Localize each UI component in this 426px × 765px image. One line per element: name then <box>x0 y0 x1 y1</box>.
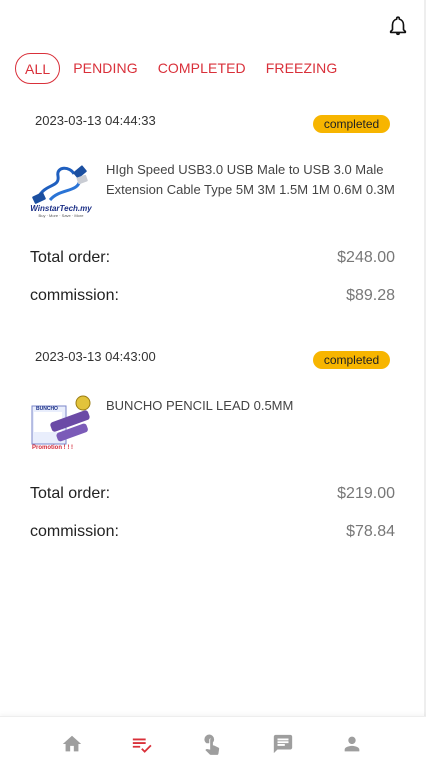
product-thumbnail: BUNCHO Promotion ! ! ! <box>30 394 92 456</box>
order-status-tabs: ALL PENDING COMPLETED FREEZING <box>15 52 357 84</box>
thumb-brand: WinstarTech.my <box>30 204 92 213</box>
thumb-tagline: Buy · More · Save · More <box>38 213 84 218</box>
tab-all[interactable]: ALL <box>15 52 61 84</box>
commission-value: $89.28 <box>346 287 395 304</box>
total-order-value: $248.00 <box>337 249 395 266</box>
commission-value: $78.84 <box>346 523 395 540</box>
home-icon[interactable] <box>61 733 83 755</box>
product-name: HIgh Speed USB3.0 USB Male to USB 3.0 Ma… <box>106 162 395 197</box>
bell-icon[interactable] <box>387 14 409 38</box>
status-badge: completed <box>313 351 390 369</box>
tap-hand-icon[interactable] <box>201 733 223 755</box>
thumb-tagline: Promotion ! ! ! <box>32 445 73 451</box>
orders-checklist-icon[interactable] <box>131 733 153 755</box>
total-order-label: Total order: <box>30 249 111 266</box>
total-order-label: Total order: <box>30 485 111 502</box>
tab-pending[interactable]: PENDING <box>73 53 138 83</box>
product-thumbnail: WinstarTech.my Buy · More · Save · More <box>30 158 92 220</box>
status-badge: completed <box>313 115 390 133</box>
tab-completed[interactable]: COMPLETED <box>158 53 246 83</box>
total-order-value: $219.00 <box>337 485 395 502</box>
order-datetime: 2023-03-13 04:44:33 <box>35 113 156 128</box>
profile-icon[interactable] <box>341 733 363 755</box>
commission-label: commission: <box>30 287 119 304</box>
order-datetime: 2023-03-13 04:43:00 <box>35 349 156 364</box>
header <box>0 0 426 50</box>
commission-label: commission: <box>30 523 119 540</box>
thumb-brand: BUNCHO <box>36 406 58 412</box>
bottom-navigation <box>0 716 426 765</box>
product-name: BUNCHO PENCIL LEAD 0.5MM <box>106 398 294 413</box>
tab-freezing[interactable]: FREEZING <box>266 53 338 83</box>
message-icon[interactable] <box>272 733 294 755</box>
